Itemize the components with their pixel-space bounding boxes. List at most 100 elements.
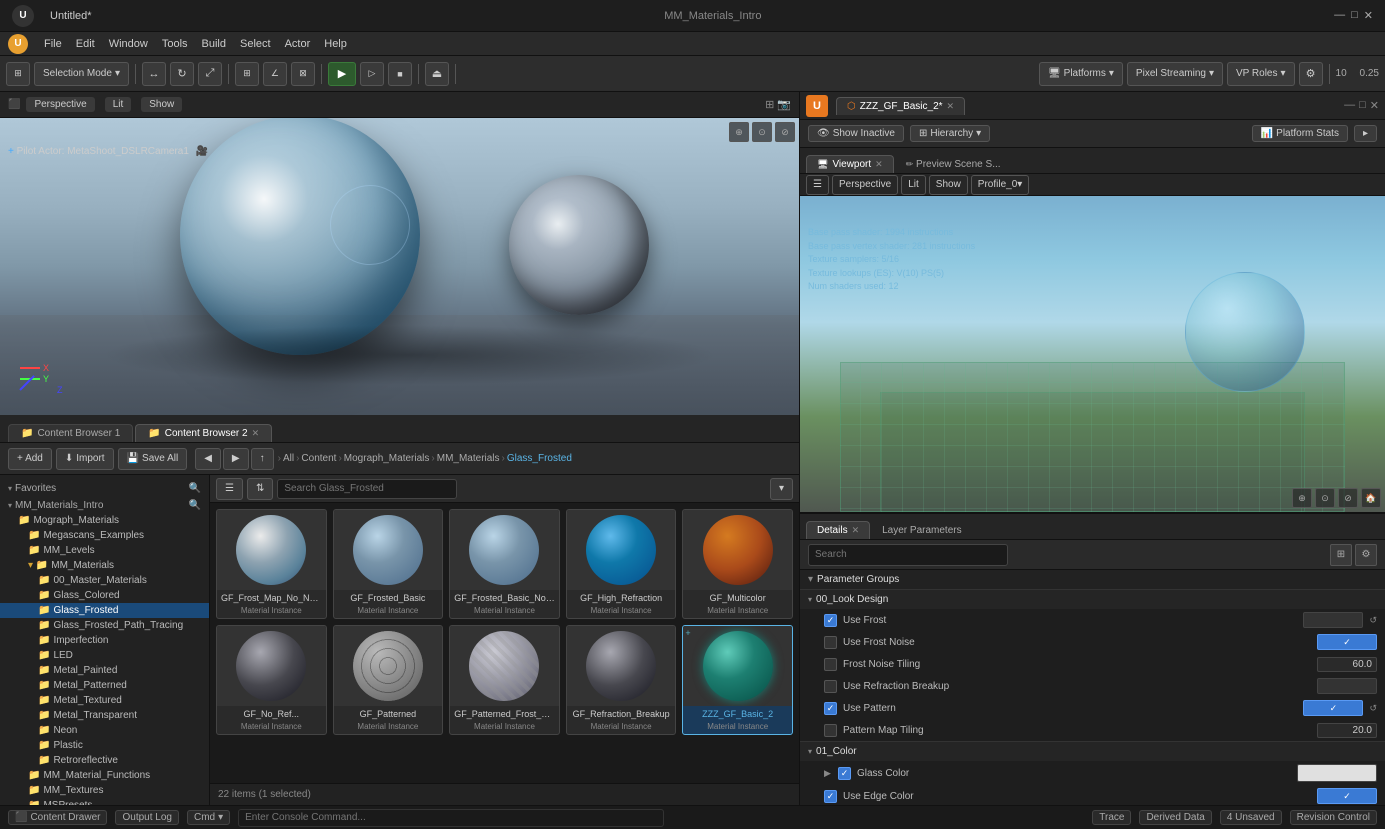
tree-retroreflective[interactable]: 📁 Retroreflective [0,753,209,768]
vp-orbit-btn[interactable]: ⊙ [752,122,772,142]
asset-search-input[interactable] [277,479,457,499]
tree-megascans[interactable]: 📁 Megascans_Examples [0,528,209,543]
content-drawer-btn[interactable]: ⬛ Content Drawer [8,810,107,825]
menu-window[interactable]: Window [109,38,148,50]
use-frost-reset[interactable]: ↺ [1369,615,1377,626]
platforms-btn[interactable]: 🖥 Platforms ▾ [1039,62,1123,86]
right-panel-expand-btn[interactable]: ▸ [1354,125,1377,142]
tree-glass-path[interactable]: 📁 Glass_Frosted_Path_Tracing [0,618,209,633]
menu-actor[interactable]: Actor [285,38,311,50]
zzz-tab[interactable]: ⬡ ZZZ_GF_Basic_2* ✕ [836,97,965,115]
viewport-content[interactable]: + Pilot Actor: MetaShoot_DSLRCamera1 🎥 ⊕… [0,118,799,415]
content-browser-tab-1[interactable]: 📁 Content Browser 1 [8,424,133,442]
menu-file[interactable]: File [44,38,62,50]
viewport-tab-close[interactable]: ✕ [875,159,883,170]
asset-gf-patterned-frost[interactable]: GF_Patterned_Frost_Map Material Instance [449,625,560,735]
details-search-input[interactable] [808,544,1008,566]
nav-forward-btn[interactable]: ▶ [223,448,249,470]
vp-move-btn[interactable]: ⊕ [729,122,749,142]
trace-btn[interactable]: Trace [1092,810,1131,825]
hierarchy-btn[interactable]: ⊞ Hierarchy ▾ [910,125,990,142]
minimize-btn[interactable]: — [1334,9,1345,22]
tree-mm-levels[interactable]: 📁 MM_Levels [0,543,209,558]
output-log-btn[interactable]: Output Log [115,810,178,825]
transform-rotate-btn[interactable]: ↻ [170,62,194,86]
tree-glass-colored[interactable]: 📁 Glass_Colored [0,588,209,603]
pattern-map-tiling-checkbox[interactable] [824,724,837,737]
preview-ctrl-2[interactable]: ⊙ [1315,488,1335,508]
use-pattern-checkbox[interactable] [824,702,837,715]
asset-gf-patterned[interactable]: GF_Patterned Material Instance [333,625,444,735]
tree-metal-patterned[interactable]: 📁 Metal_Patterned [0,678,209,693]
menu-select[interactable]: Select [240,38,271,50]
details-grid-view-btn[interactable]: ⊞ [1330,544,1352,566]
maximize-btn[interactable]: □ [1351,9,1358,22]
details-settings-btn[interactable]: ⚙ [1355,544,1377,566]
menu-edit[interactable]: Edit [76,38,95,50]
viewport-show-btn[interactable]: Show [141,97,182,112]
grid-snap-btn[interactable]: ⊞ [235,62,259,86]
use-edge-color-checkbox[interactable] [824,790,837,803]
rp-minimize-btn[interactable]: — [1344,99,1355,112]
tree-metal-painted[interactable]: 📁 Metal_Painted [0,663,209,678]
viewport-tab[interactable]: 🖥 Viewport ✕ [806,155,894,173]
preview-ctrl-4[interactable]: 🏠 [1361,488,1381,508]
modes-icon-btn[interactable]: ⊞ [6,62,30,86]
use-frost-checkbox[interactable] [824,614,837,627]
vp-zoom-btn[interactable]: ⊘ [775,122,795,142]
param-group-color-header[interactable]: ▾ 01_Color [800,742,1385,761]
tree-mspresets[interactable]: 📁 MSPresets [0,798,209,805]
nav-back-btn[interactable]: ◀ [195,448,221,470]
favorites-section[interactable]: ▾ Favorites 🔍 [0,479,209,496]
details-tab-close[interactable]: ✕ [852,525,860,536]
vp-roles-btn[interactable]: VP Roles ▾ [1227,62,1295,86]
pv-perspective-btn[interactable]: Perspective [832,175,898,195]
tree-metal-textured[interactable]: 📁 Metal_Textured [0,693,209,708]
pv-profile-btn[interactable]: Profile_0 ▾ [971,175,1030,195]
mm-materials-section[interactable]: ▾ MM_Materials_Intro 🔍 [0,496,209,513]
tree-00-master[interactable]: 📁 00_Master_Materials [0,573,209,588]
scale-snap-btn[interactable]: ⊠ [291,62,315,86]
layer-params-tab[interactable]: Layer Parameters [872,522,971,539]
save-all-btn[interactable]: 💾 Save All [118,448,188,470]
show-inactive-btn[interactable]: 👁 Show Inactive [808,125,904,142]
pv-show-btn[interactable]: Show [929,175,968,195]
tree-mm-materials[interactable]: ▾ 📁 MM_Materials [0,558,209,573]
window-controls[interactable]: — □ ✕ [1334,9,1373,22]
settings-btn[interactable]: ⚙ [1299,62,1323,86]
unsaved-btn[interactable]: 4 Unsaved [1220,810,1282,825]
use-frost-noise-checkbox[interactable] [824,636,837,649]
asset-gf-multicolor[interactable]: GF_Multicolor Material Instance [682,509,793,619]
platform-stats-btn[interactable]: 📊 Platform Stats [1252,125,1348,142]
tree-mm-textures[interactable]: 📁 MM_Textures [0,783,209,798]
asset-gf-no-ref[interactable]: GF_No_Ref... Material Instance [216,625,327,735]
asset-gf-frosted-basic[interactable]: GF_Frosted_Basic Material Instance [333,509,444,619]
asset-zzz-gf-basic-2[interactable]: + ZZZ_GF_Basic_2 Material Instance [682,625,793,735]
rp-maximize-btn[interactable]: □ [1359,99,1366,112]
content-browser-tab-2[interactable]: 📁 Content Browser 2 ✕ [135,424,272,442]
simulate-btn[interactable]: ▷ [360,62,384,86]
tree-metal-transparent[interactable]: 📁 Metal_Transparent [0,708,209,723]
viewport-lit-btn[interactable]: Lit [105,97,132,112]
tree-glass-frosted[interactable]: 📁 Glass_Frosted [0,603,209,618]
menu-tools[interactable]: Tools [162,38,188,50]
pixel-streaming-btn[interactable]: Pixel Streaming ▾ [1127,62,1223,86]
nav-up-btn[interactable]: ↑ [251,448,274,470]
cb-tab2-close[interactable]: ✕ [252,428,260,439]
asset-gf-frosted-basic-nn[interactable]: GF_Frosted_Basic_No_Noise Material Insta… [449,509,560,619]
viewport-perspective-btn[interactable]: Perspective [26,97,94,112]
favorites-search-icon[interactable]: 🔍 [189,483,201,494]
frost-noise-tiling-checkbox[interactable] [824,658,837,671]
use-pattern-reset[interactable]: ↺ [1369,703,1377,714]
glass-color-expand[interactable]: ▶ [824,768,832,779]
tree-plastic[interactable]: 📁 Plastic [0,738,209,753]
viewport-maximize-icon[interactable]: ⊞ [765,98,774,111]
preview-scene-tab[interactable]: ✏ Preview Scene S... [896,156,1011,173]
transform-scale-btn[interactable]: ⤢ [198,62,222,86]
menu-build[interactable]: Build [202,38,226,50]
preview-ctrl-1[interactable]: ⊕ [1292,488,1312,508]
close-btn[interactable]: ✕ [1364,9,1373,22]
angle-snap-btn[interactable]: ∠ [263,62,287,86]
glass-color-swatch[interactable] [1297,764,1377,782]
mm-search-icon[interactable]: 🔍 [189,500,201,511]
